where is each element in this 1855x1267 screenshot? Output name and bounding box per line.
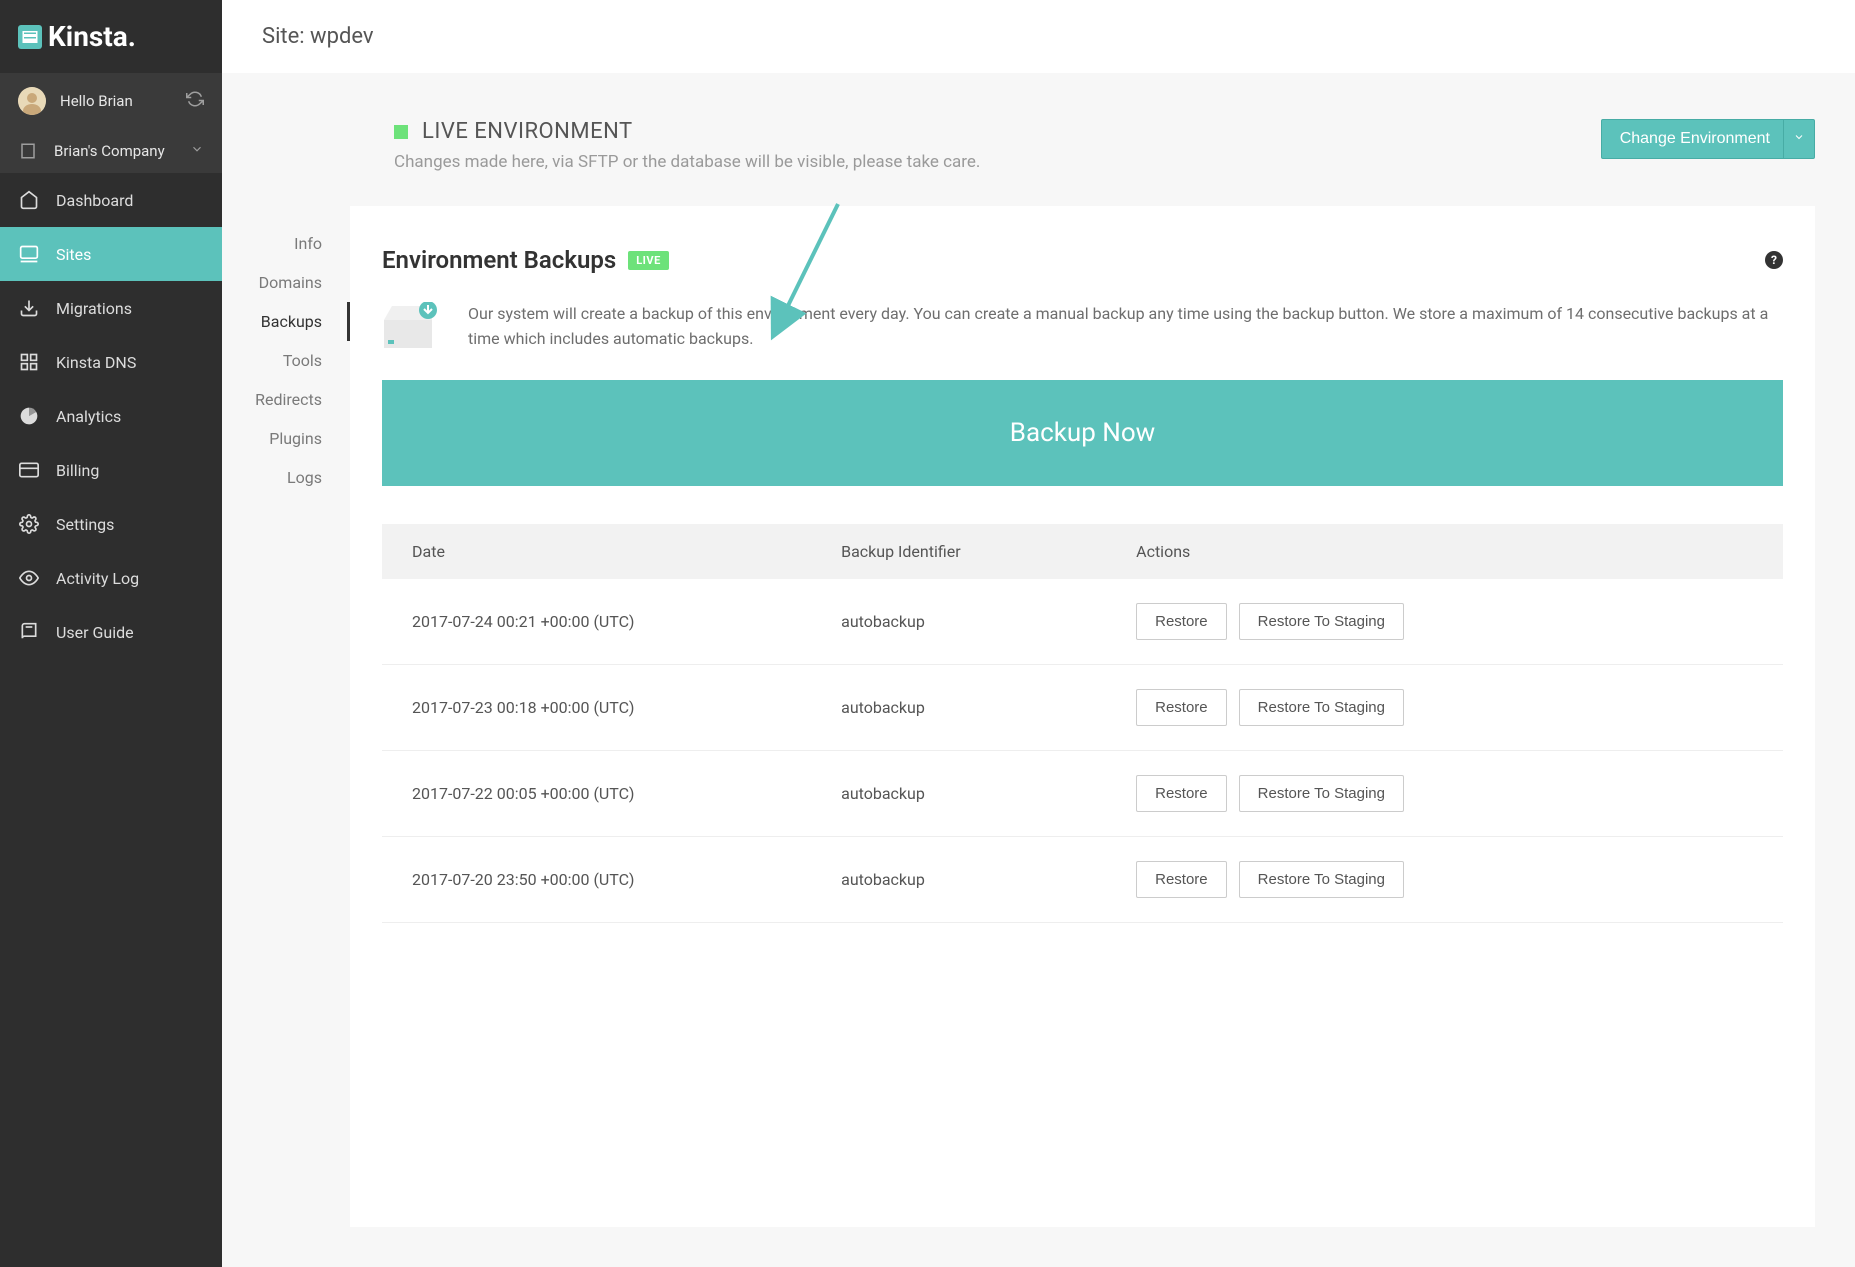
cell-identifier: autobackup bbox=[841, 784, 1136, 803]
chevron-down-icon bbox=[1793, 130, 1805, 148]
nav-label: Analytics bbox=[56, 407, 121, 426]
brand-name: Kinsta. bbox=[48, 20, 136, 53]
nav-item-analytics[interactable]: Analytics bbox=[0, 389, 222, 443]
nav-item-migrations[interactable]: Migrations bbox=[0, 281, 222, 335]
nav-label: Sites bbox=[56, 245, 91, 264]
table-row: 2017-07-23 00:18 +00:00 (UTC)autobackupR… bbox=[382, 665, 1783, 751]
nav-item-user-guide[interactable]: User Guide bbox=[0, 605, 222, 659]
subnav-item-tools[interactable]: Tools bbox=[222, 341, 350, 380]
nav-label: Kinsta DNS bbox=[56, 353, 136, 372]
gear-icon bbox=[18, 513, 40, 535]
brand-icon bbox=[18, 25, 42, 49]
subnav-item-plugins[interactable]: Plugins bbox=[222, 419, 350, 458]
restore-button[interactable]: Restore bbox=[1136, 861, 1227, 898]
backup-now-button[interactable]: Backup Now bbox=[382, 380, 1783, 486]
grid-icon bbox=[18, 351, 40, 373]
cell-date: 2017-07-22 00:05 +00:00 (UTC) bbox=[412, 784, 841, 803]
restore-to-staging-button[interactable]: Restore To Staging bbox=[1239, 775, 1404, 812]
change-environment-button[interactable]: Change Environment bbox=[1601, 119, 1815, 159]
panel-title: Environment Backups bbox=[382, 246, 616, 274]
nav-item-settings[interactable]: Settings bbox=[0, 497, 222, 551]
nav-label: Migrations bbox=[56, 299, 132, 318]
restore-button[interactable]: Restore bbox=[1136, 775, 1227, 812]
panel-description: Our system will create a backup of this … bbox=[468, 302, 1783, 352]
card-icon bbox=[18, 459, 40, 481]
table-header: Date Backup Identifier Actions bbox=[382, 524, 1783, 579]
sidebar: Kinsta. Hello Brian Brian's Company bbox=[0, 0, 222, 1267]
main-nav: Dashboard Sites Migrations Kinsta DNS Analyt… bbox=[0, 173, 222, 659]
restore-button[interactable]: Restore bbox=[1136, 603, 1227, 640]
cell-identifier: autobackup bbox=[841, 612, 1136, 631]
brand-logo[interactable]: Kinsta. bbox=[0, 0, 222, 73]
cell-actions: Restore Restore To Staging bbox=[1136, 775, 1753, 812]
backups-panel: Environment Backups LIVE ? Our system wi… bbox=[350, 206, 1815, 1227]
user-block: Hello Brian Brian's Company bbox=[0, 73, 222, 173]
company-name: Brian's Company bbox=[54, 142, 165, 160]
cell-date: 2017-07-24 00:21 +00:00 (UTC) bbox=[412, 612, 841, 631]
cell-identifier: autobackup bbox=[841, 698, 1136, 717]
building-icon bbox=[18, 141, 38, 161]
disk-icon bbox=[382, 302, 440, 352]
nav-item-dashboard[interactable]: Dashboard bbox=[0, 173, 222, 227]
nav-label: Activity Log bbox=[56, 569, 139, 588]
restore-to-staging-button[interactable]: Restore To Staging bbox=[1239, 689, 1404, 726]
eye-icon bbox=[18, 567, 40, 589]
user-greeting-row[interactable]: Hello Brian bbox=[0, 73, 222, 129]
restore-to-staging-button[interactable]: Restore To Staging bbox=[1239, 861, 1404, 898]
restore-to-staging-button[interactable]: Restore To Staging bbox=[1239, 603, 1404, 640]
subnav-item-redirects[interactable]: Redirects bbox=[222, 380, 350, 419]
avatar bbox=[18, 87, 46, 115]
download-icon bbox=[18, 297, 40, 319]
nav-label: Dashboard bbox=[56, 191, 133, 210]
nav-item-activity-log[interactable]: Activity Log bbox=[0, 551, 222, 605]
environment-banner: LIVE ENVIRONMENT Changes made here, via … bbox=[222, 73, 1855, 206]
env-status-dot bbox=[394, 125, 408, 139]
env-subtitle: Changes made here, via SFTP or the datab… bbox=[394, 152, 980, 172]
nav-item-kinsta-dns[interactable]: Kinsta DNS bbox=[0, 335, 222, 389]
user-greeting: Hello Brian bbox=[60, 92, 133, 110]
site-label: Site: wpdev bbox=[262, 24, 374, 49]
pie-icon bbox=[18, 405, 40, 427]
main-area: Site: wpdev LIVE ENVIRONMENT Changes mad… bbox=[222, 0, 1855, 1267]
nav-item-billing[interactable]: Billing bbox=[0, 443, 222, 497]
nav-label: Billing bbox=[56, 461, 99, 480]
subnav-item-logs[interactable]: Logs bbox=[222, 458, 350, 497]
cell-date: 2017-07-20 23:50 +00:00 (UTC) bbox=[412, 870, 841, 889]
backups-table: Date Backup Identifier Actions 2017-07-2… bbox=[382, 524, 1783, 923]
table-row: 2017-07-20 23:50 +00:00 (UTC)autobackupR… bbox=[382, 837, 1783, 923]
chevron-down-icon bbox=[190, 142, 204, 160]
env-title: LIVE ENVIRONMENT bbox=[422, 119, 633, 144]
restore-button[interactable]: Restore bbox=[1136, 689, 1227, 726]
nav-item-sites[interactable]: Sites bbox=[0, 227, 222, 281]
subnav-item-info[interactable]: Info bbox=[222, 224, 350, 263]
cell-date: 2017-07-23 00:18 +00:00 (UTC) bbox=[412, 698, 841, 717]
site-subnav: InfoDomainsBackupsToolsRedirectsPluginsL… bbox=[222, 206, 350, 1267]
col-header-date: Date bbox=[412, 542, 841, 561]
col-header-identifier: Backup Identifier bbox=[841, 542, 1136, 561]
book-icon bbox=[18, 621, 40, 643]
cell-actions: Restore Restore To Staging bbox=[1136, 603, 1753, 640]
subnav-item-domains[interactable]: Domains bbox=[222, 263, 350, 302]
company-selector[interactable]: Brian's Company bbox=[0, 129, 222, 173]
live-badge: LIVE bbox=[628, 251, 669, 270]
col-header-actions: Actions bbox=[1136, 542, 1753, 561]
nav-label: Settings bbox=[56, 515, 114, 534]
monitor-icon bbox=[18, 243, 40, 265]
subnav-item-backups[interactable]: Backups bbox=[222, 302, 350, 341]
cell-actions: Restore Restore To Staging bbox=[1136, 861, 1753, 898]
help-icon[interactable]: ? bbox=[1765, 251, 1783, 269]
cell-actions: Restore Restore To Staging bbox=[1136, 689, 1753, 726]
table-row: 2017-07-22 00:05 +00:00 (UTC)autobackupR… bbox=[382, 751, 1783, 837]
refresh-icon[interactable] bbox=[186, 90, 204, 112]
cell-identifier: autobackup bbox=[841, 870, 1136, 889]
table-row: 2017-07-24 00:21 +00:00 (UTC)autobackupR… bbox=[382, 579, 1783, 665]
nav-label: User Guide bbox=[56, 623, 134, 642]
topbar: Site: wpdev bbox=[222, 0, 1855, 73]
home-icon bbox=[18, 189, 40, 211]
